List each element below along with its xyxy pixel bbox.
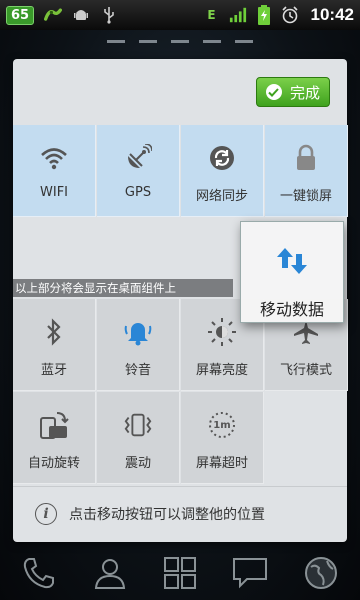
- tile-label: GPS: [124, 185, 152, 200]
- info-icon: i: [35, 503, 57, 525]
- tile-label: 屏幕超时: [195, 456, 248, 471]
- status-bar: 65 E 10:42: [0, 0, 360, 30]
- tile-label: 铃音: [124, 363, 151, 378]
- tile-one-key-lock[interactable]: 一键锁屏: [265, 125, 348, 217]
- tile-vibrate[interactable]: 震动: [97, 392, 180, 484]
- phone-icon[interactable]: [15, 549, 63, 597]
- info-text: 点击移动按钮可以调整他的位置: [69, 507, 265, 523]
- tile-label: 屏幕亮度: [195, 363, 248, 378]
- tile-label: WIFI: [40, 185, 68, 200]
- tile-bluetooth[interactable]: 蓝牙: [13, 299, 96, 391]
- divider: [13, 486, 347, 487]
- gps-dish-icon: [123, 143, 153, 173]
- tile-network-sync[interactable]: 网络同步: [181, 125, 264, 217]
- floating-tile-label: 移动数据: [259, 300, 324, 319]
- page-dot: [139, 40, 157, 43]
- tile-auto-rotate[interactable]: 自动旋转: [13, 392, 96, 484]
- ringer-icon: [123, 317, 153, 347]
- page-dot: [203, 40, 221, 43]
- vibrate-icon: [123, 410, 153, 440]
- signal-bars-icon: [229, 6, 247, 24]
- android-icon: [72, 6, 90, 24]
- done-button-label: 完成: [289, 83, 320, 102]
- page-dot: [171, 40, 189, 43]
- battery-charging-icon: [255, 5, 273, 25]
- timeout-value-label: 1m: [213, 419, 231, 431]
- tile-gps[interactable]: GPS: [97, 125, 180, 217]
- sync-icon: [207, 143, 237, 173]
- alarm-icon: [281, 6, 299, 24]
- tile-label: 网络同步: [195, 189, 248, 204]
- usb-icon: [100, 6, 118, 24]
- messages-icon[interactable]: [226, 549, 274, 597]
- page-dot: [107, 40, 125, 43]
- tile-screen-timeout[interactable]: 1m 屏幕超时: [181, 392, 264, 484]
- wifi-icon: [39, 143, 69, 173]
- app-notification-icon: [44, 6, 63, 24]
- contacts-icon[interactable]: [86, 549, 134, 597]
- page-dot: [235, 40, 253, 43]
- check-icon: [265, 84, 282, 100]
- page-indicator: [0, 40, 360, 43]
- tile-label: 自动旋转: [27, 456, 80, 471]
- battery-level-badge: 65: [6, 5, 35, 25]
- widget-hint-strip: 以上部分将会显示在桌面组件上: [13, 279, 233, 297]
- rotate-icon: [39, 410, 69, 440]
- lock-icon: [291, 143, 321, 173]
- tile-label: 飞行模式: [279, 363, 332, 378]
- done-button[interactable]: 完成: [256, 77, 330, 107]
- mobile-data-arrows-icon: [275, 246, 309, 280]
- edge-signal-icon: E: [203, 6, 221, 24]
- brightness-icon: [207, 317, 237, 347]
- network-type-label: E: [207, 8, 216, 22]
- bluetooth-icon: [39, 317, 69, 347]
- screen-timeout-icon: 1m: [207, 410, 237, 440]
- tile-mobile-data-dragging[interactable]: 移动数据: [240, 221, 344, 323]
- quick-settings-editor-panel: 完成 WIFI GPS 网络同步 一键锁屏 蓝牙 铃音 屏幕亮度 飞行模式 自动…: [13, 59, 348, 542]
- info-row: i 点击移动按钮可以调整他的位置: [35, 499, 345, 529]
- launcher-dock: [0, 545, 360, 600]
- tile-label: 震动: [124, 456, 151, 471]
- tile-wifi[interactable]: WIFI: [13, 125, 96, 217]
- tile-ringer[interactable]: 铃音: [97, 299, 180, 391]
- status-clock: 10:42: [310, 5, 354, 24]
- tile-label: 蓝牙: [40, 363, 67, 378]
- browser-globe-icon[interactable]: [297, 549, 345, 597]
- tile-label: 一键锁屏: [279, 189, 332, 204]
- apps-grid-icon[interactable]: [156, 549, 204, 597]
